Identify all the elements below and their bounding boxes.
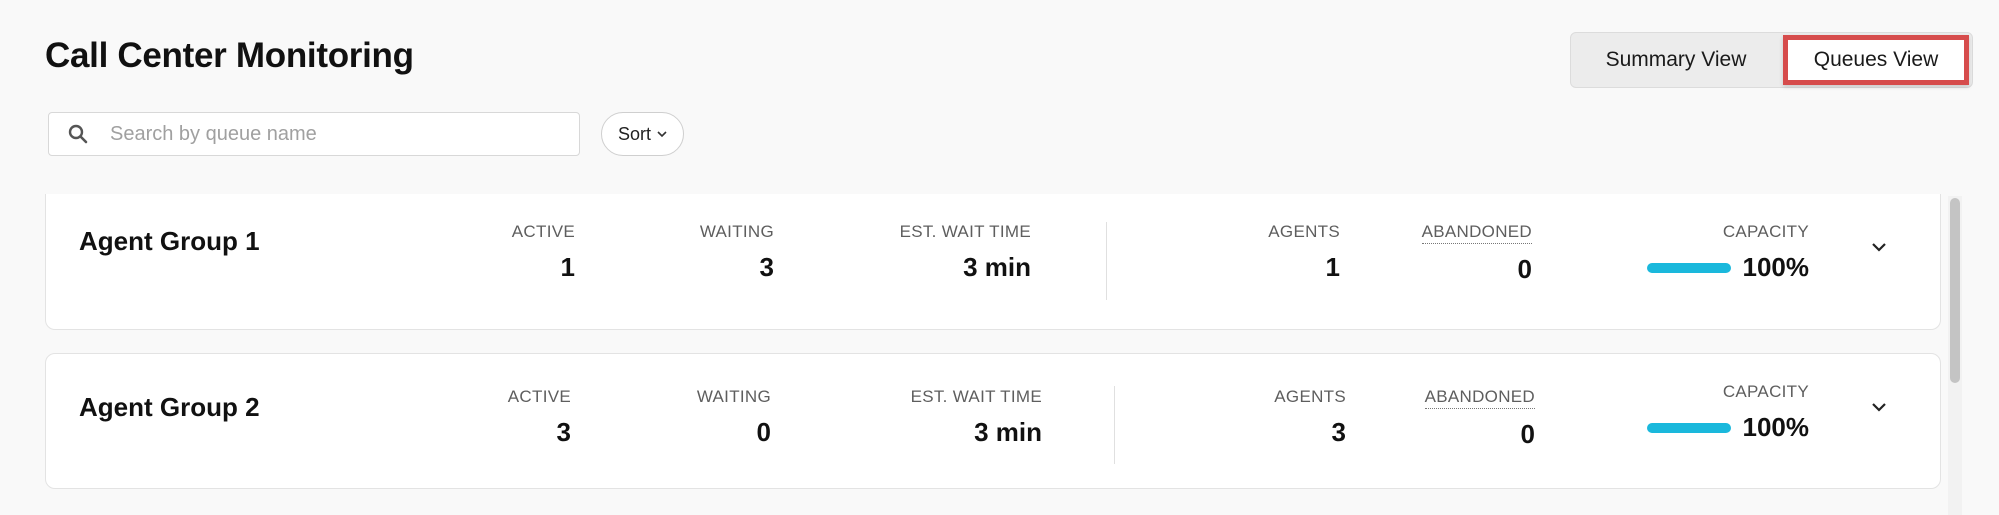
queue-card: Agent Group 2 ACTIVE 3 WAITING 0 EST. WA… <box>45 353 1941 489</box>
est-wait-stat: EST. WAIT TIME 3 min <box>911 387 1042 448</box>
chevron-down-icon <box>1872 243 1886 252</box>
queues-view-button[interactable]: Queues View <box>1783 35 1969 85</box>
active-value: 3 <box>556 417 571 447</box>
group-name: Agent Group 1 <box>79 226 260 256</box>
capacity-stat: CAPACITY 100% <box>1646 222 1810 283</box>
waiting-stat: WAITING 3 <box>700 222 774 283</box>
sort-button[interactable]: Sort <box>601 112 684 156</box>
search-box <box>48 112 580 156</box>
active-stat: ACTIVE 1 <box>512 222 575 283</box>
active-stat: ACTIVE 3 <box>508 387 571 448</box>
chevron-down-icon <box>1872 403 1886 412</box>
est-wait-value: 3 min <box>963 252 1031 282</box>
est-wait-value: 3 min <box>974 417 1042 447</box>
capacity-stat: CAPACITY 100% <box>1646 382 1810 443</box>
abandoned-value: 0 <box>1520 419 1535 449</box>
capacity-label: CAPACITY <box>1722 222 1809 241</box>
abandoned-stat: ABANDONED 0 <box>1424 387 1535 450</box>
chevron-down-icon <box>657 130 667 137</box>
capacity-value: 100% <box>1742 412 1810 442</box>
scrollbar[interactable] <box>1948 196 1962 515</box>
abandoned-value: 0 <box>1517 254 1532 284</box>
capacity-label: CAPACITY <box>1722 382 1809 401</box>
agents-label: AGENTS <box>1268 222 1340 241</box>
active-label: ACTIVE <box>507 387 571 406</box>
est-wait-stat: EST. WAIT TIME 3 min <box>900 222 1031 283</box>
est-wait-label: EST. WAIT TIME <box>910 387 1042 406</box>
agents-stat: AGENTS 1 <box>1268 222 1340 283</box>
abandoned-stat: ABANDONED 0 <box>1421 222 1532 285</box>
agents-label: AGENTS <box>1274 387 1346 406</box>
capacity-bar <box>1646 422 1731 433</box>
view-toggle: Summary View Queues View <box>1570 32 1973 88</box>
divider <box>1114 386 1115 464</box>
capacity-value: 100% <box>1742 252 1810 282</box>
group-name: Agent Group 2 <box>79 392 260 422</box>
expand-button[interactable] <box>1864 232 1894 262</box>
summary-view-button[interactable]: Summary View <box>1571 33 1781 87</box>
queue-card: Agent Group 1 ACTIVE 1 WAITING 3 EST. WA… <box>45 194 1941 330</box>
expand-button[interactable] <box>1864 392 1894 422</box>
waiting-stat: WAITING 0 <box>697 387 771 448</box>
capacity-bar <box>1646 262 1731 273</box>
sort-label: Sort <box>617 123 651 144</box>
search-input[interactable] <box>110 122 530 146</box>
waiting-label: WAITING <box>696 387 771 406</box>
waiting-value: 0 <box>756 417 771 447</box>
agents-value: 3 <box>1331 417 1346 447</box>
abandoned-label[interactable]: ABANDONED <box>1421 222 1532 244</box>
scrollbar-thumb[interactable] <box>1950 198 1960 383</box>
waiting-value: 3 <box>759 252 774 282</box>
divider <box>1106 222 1107 300</box>
waiting-label: WAITING <box>699 222 774 241</box>
search-icon <box>68 124 88 144</box>
est-wait-label: EST. WAIT TIME <box>899 222 1031 241</box>
active-value: 1 <box>560 252 575 282</box>
active-label: ACTIVE <box>511 222 575 241</box>
page-title: Call Center Monitoring <box>45 36 414 75</box>
agents-stat: AGENTS 3 <box>1274 387 1346 448</box>
agents-value: 1 <box>1325 252 1340 282</box>
abandoned-label[interactable]: ABANDONED <box>1424 387 1535 409</box>
